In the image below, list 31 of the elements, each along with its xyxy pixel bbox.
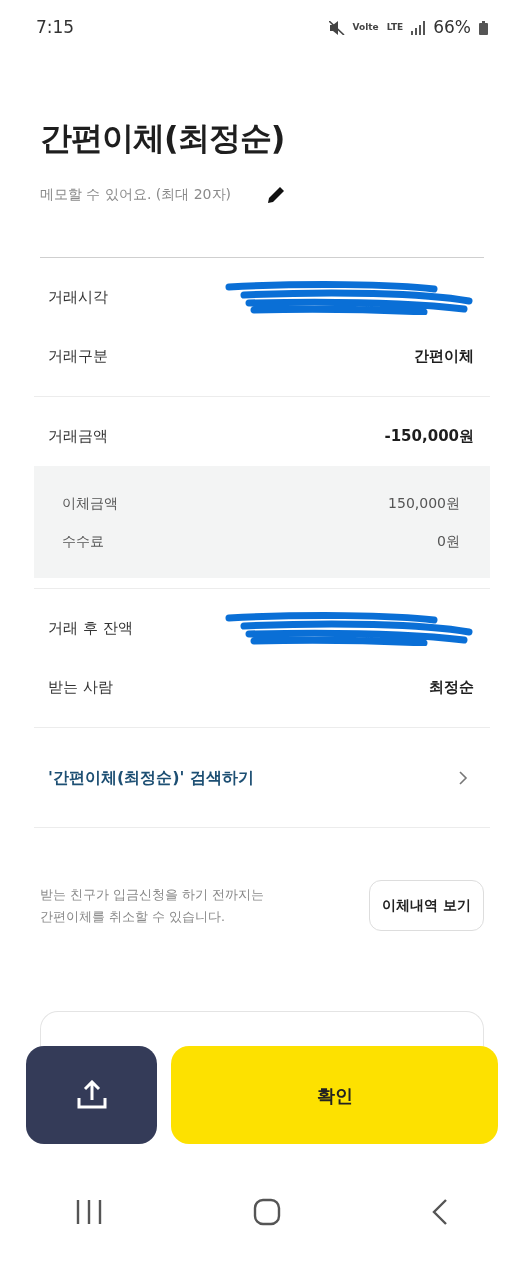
- page-title: 간편이체(최정순): [40, 118, 286, 159]
- mute-icon: [328, 21, 345, 35]
- clock-time: 7:15: [36, 16, 75, 40]
- detail-label: 이체금액: [62, 493, 118, 513]
- history-button[interactable]: 이체내역 보기: [369, 880, 484, 931]
- search-link[interactable]: '간편이체(최정순)' 검색하기: [48, 765, 254, 790]
- detail-value: 0원: [437, 531, 460, 551]
- row-value: 간편이체: [414, 346, 474, 368]
- chevron-right-icon[interactable]: [459, 770, 468, 785]
- row-label: 거래 후 잔액: [48, 618, 133, 640]
- home-icon[interactable]: [253, 1198, 281, 1226]
- detail-value: 150,000원: [388, 493, 460, 513]
- battery-icon: [479, 21, 488, 35]
- row-label: 거래시각: [48, 287, 108, 309]
- network-label: LTE: [386, 21, 404, 35]
- pencil-icon[interactable]: [266, 184, 286, 205]
- upload-icon[interactable]: [75, 1080, 108, 1110]
- row-label: 거래구분: [48, 346, 108, 368]
- confirm-button[interactable]: 확인: [171, 1046, 498, 1144]
- row-value: -150,000원: [384, 426, 474, 448]
- battery-percentage: 66%: [433, 16, 471, 40]
- signal-icon: [411, 21, 426, 35]
- network-label: Volte: [352, 21, 379, 35]
- row-label: 받는 사람: [48, 677, 113, 699]
- back-icon[interactable]: [432, 1198, 449, 1226]
- row-label: 거래금액: [48, 426, 108, 448]
- share-button[interactable]: [26, 1046, 157, 1144]
- row-value: 최정순: [429, 677, 474, 699]
- recent-apps-icon[interactable]: [75, 1199, 102, 1225]
- notice-text: 받는 친구가 입금신청을 하기 전까지는 간편이체를 취소할 수 있습니다.: [40, 885, 265, 926]
- detail-label: 수수료: [62, 531, 104, 551]
